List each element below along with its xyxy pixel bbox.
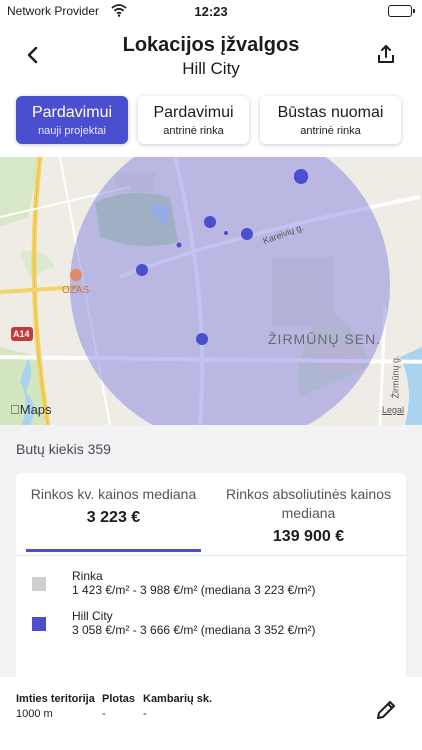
district-label: ŽIRMŪNŲ SEN.	[268, 331, 382, 347]
road-badge: A14	[13, 329, 30, 339]
listing-marker[interactable]	[224, 231, 228, 235]
divider	[16, 555, 406, 556]
legend-name: Rinka	[72, 569, 103, 583]
metric-tab-sqm-median[interactable]: Rinkos kv. kainos mediana 3 223 €	[16, 485, 211, 527]
tab-title: Būstas nuomai	[277, 104, 384, 121]
tab-sale-secondary[interactable]: Pardavimui antrinė rinka	[138, 96, 249, 144]
tab-subtitle: antrinė rinka	[300, 125, 361, 137]
listing-marker[interactable]	[241, 228, 253, 240]
listing-marker[interactable]	[136, 264, 148, 276]
filter-value: 1000 m	[16, 708, 53, 720]
filter-value: -	[143, 708, 147, 720]
metrics-card: Rinkos kv. kainos mediana 3 223 € Rinkos…	[16, 473, 406, 683]
listing-marker[interactable]	[196, 333, 208, 345]
legend-name: Hill City	[72, 609, 113, 623]
app-header: Lokacijos įžvalgos Hill City	[0, 22, 422, 86]
tab-title: Pardavimui	[153, 104, 234, 121]
tab-subtitle: nauji projektai	[38, 125, 106, 137]
status-bar: Network Provider 12:23	[0, 0, 422, 22]
share-icon[interactable]	[375, 43, 397, 65]
legend-swatch	[32, 577, 46, 591]
metric-value: 139 900 €	[272, 528, 345, 545]
filter-size[interactable]: Plotas -	[102, 693, 135, 720]
page-subtitle: Hill City	[182, 59, 240, 78]
pencil-icon[interactable]	[374, 698, 398, 722]
filter-label: Plotas	[102, 693, 136, 705]
legend-range: 1 423 €/m² - 3 988 €/m² (mediana 3 223 €…	[72, 583, 316, 597]
filter-area-radius[interactable]: Imties teritorija 1000 m	[16, 693, 95, 720]
maps-attribution[interactable]: Maps	[10, 402, 52, 417]
metric-label: Rinkos absoliutinės kainos mediana	[226, 486, 391, 521]
apartment-count: Butų kiekis 359	[16, 441, 111, 457]
filters-bar: Imties teritorija 1000 m Plotas - Kambar…	[0, 677, 422, 750]
maps-attribution-text: Maps	[10, 402, 52, 417]
tab-title: Pardavimui	[31, 104, 113, 121]
poi-label: OZAS	[62, 285, 90, 296]
filter-label: Kambarių sk.	[143, 693, 213, 705]
listing-marker[interactable]	[176, 242, 182, 248]
legend-range: 3 058 €/m² - 3 666 €/m² (mediana 3 352 €…	[72, 623, 316, 637]
legal-link[interactable]: Legal	[382, 405, 404, 415]
filter-value: -	[102, 708, 106, 720]
metric-label: Rinkos kv. kainos mediana	[30, 486, 197, 502]
metric-tab-absolute-median[interactable]: Rinkos absoliutinės kainos mediana 139 9…	[211, 485, 406, 546]
listing-type-tabs: Pardavimui nauji projektai Pardavimui an…	[0, 86, 422, 157]
summary-panel: Butų kiekis 359 Rinkos kv. kainos median…	[0, 425, 422, 683]
street-label: Žirmūnų g.	[390, 355, 401, 399]
tab-subtitle: antrinė rinka	[163, 125, 224, 137]
legend-swatch	[32, 617, 46, 631]
search-radius-circle	[70, 157, 390, 425]
location-map[interactable]: A14 OZAS Kareivių g. ŽIRMŪNŲ SEN. Žirmūn…	[0, 157, 422, 425]
filter-label: Imties teritorija	[16, 693, 95, 705]
status-time: 12:23	[194, 4, 228, 19]
battery-icon	[388, 5, 415, 17]
active-tab-indicator	[26, 549, 201, 552]
listing-marker[interactable]	[204, 216, 216, 228]
listing-marker[interactable]	[294, 170, 308, 184]
metric-value: 3 223 €	[86, 509, 141, 526]
filter-rooms[interactable]: Kambarių sk. -	[143, 693, 212, 720]
page-title: Lokacijos įžvalgos	[122, 34, 300, 56]
tab-rent-secondary[interactable]: Būstas nuomai antrinė rinka	[260, 96, 401, 144]
tab-sale-new-projects[interactable]: Pardavimui nauji projektai	[16, 96, 128, 144]
